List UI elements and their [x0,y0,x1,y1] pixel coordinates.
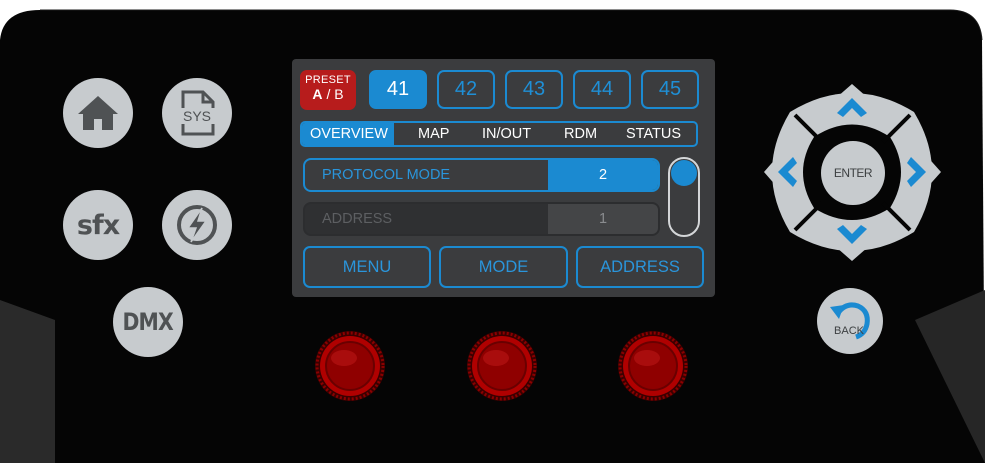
address-softkey[interactable]: ADDRESS [576,246,704,288]
lightning-circle-icon [177,205,217,245]
channel-42-button[interactable]: 42 [437,70,495,109]
back-button[interactable]: BACK [817,288,883,354]
enter-button[interactable]: ENTER [821,141,885,205]
preset-toggle[interactable]: PRESET A / B [300,70,356,110]
scrollbar[interactable] [668,157,700,237]
menu-softkey[interactable]: MENU [303,246,431,288]
sfx-label: sfx [76,209,120,241]
lcd-screen: PRESET A / B 41 42 43 44 45 OVERVIEW MAP… [292,59,715,297]
channel-44-button[interactable]: 44 [573,70,631,109]
address-row[interactable]: ADDRESS 1 [303,202,660,236]
address-value: 1 [548,204,658,234]
dmx-button[interactable]: DMX [113,287,183,357]
control-panel: SYS sfx DMX PRESET A / B 41 42 43 44 45 … [0,0,985,463]
sys-label: SYS [183,108,211,124]
tab-status[interactable]: STATUS [626,123,681,145]
sys-file-icon: SYS [179,90,215,136]
tab-bar: OVERVIEW MAP IN/OUT RDM STATUS [300,121,698,147]
address-label: ADDRESS [322,211,393,227]
tab-map[interactable]: MAP [418,123,449,145]
back-arrow-icon: BACK [830,302,870,340]
preset-inactive: B [334,86,344,102]
tab-rdm[interactable]: RDM [564,123,597,145]
panel-left-bevel [0,300,55,463]
protocol-mode-label: PROTOCOL MODE [322,167,451,183]
scrollbar-thumb[interactable] [671,160,697,186]
channel-45-button[interactable]: 45 [641,70,699,109]
channel-43-button[interactable]: 43 [505,70,563,109]
tab-overview[interactable]: OVERVIEW [302,123,394,145]
encoder-knob-3[interactable] [617,330,689,402]
protocol-mode-value: 2 [548,160,658,190]
mode-softkey[interactable]: MODE [439,246,568,288]
enter-label: ENTER [833,166,873,180]
protocol-mode-row[interactable]: PROTOCOL MODE 2 [303,158,660,192]
encoder-knob-1[interactable] [314,330,386,402]
sfx-button[interactable]: sfx [63,190,133,260]
channel-41-button[interactable]: 41 [369,70,427,109]
home-button[interactable] [63,78,133,148]
dmx-label: DMX [122,308,174,336]
sys-button[interactable]: SYS [162,78,232,148]
back-label: BACK [834,325,865,337]
encoder-knob-2[interactable] [466,330,538,402]
power-button[interactable] [162,190,232,260]
preset-separator: / [326,86,331,102]
preset-active: A [312,86,323,102]
tab-in-out[interactable]: IN/OUT [482,123,531,145]
home-icon [78,96,118,130]
preset-title: PRESET [305,74,351,86]
